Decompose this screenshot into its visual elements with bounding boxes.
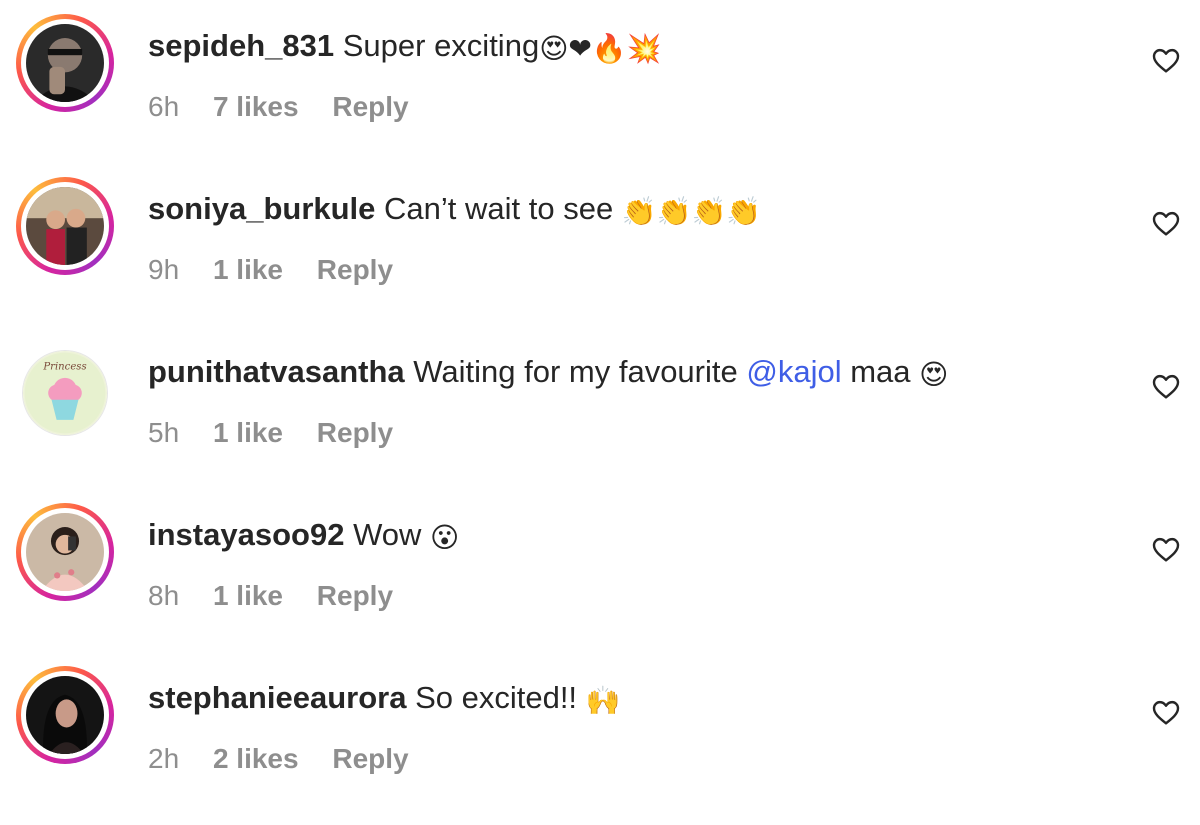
avatar[interactable] [16, 666, 114, 764]
username-link[interactable]: soniya_burkule [148, 191, 375, 226]
comment-time[interactable]: 8h [148, 580, 179, 611]
like-count[interactable]: 1 like [213, 580, 283, 611]
comment-emoji: 😍 [919, 359, 949, 390]
like-count[interactable]: 1 like [213, 417, 283, 448]
avatar[interactable] [16, 14, 114, 112]
comment-item: instayasoo92 Wow 😮 8h 1 like Reply [0, 489, 1200, 652]
reply-button[interactable]: Reply [317, 580, 393, 611]
comment-text: stephanieeaurora So excited!! 🙌 [148, 678, 621, 721]
avatar-princess-text: Princess [42, 361, 86, 372]
like-count[interactable]: 1 like [213, 254, 283, 285]
reply-button[interactable]: Reply [332, 91, 408, 122]
comment-body-after: maa [850, 354, 911, 389]
comment-meta: 9h 1 like Reply [148, 253, 419, 287]
reply-button[interactable]: Reply [317, 254, 393, 285]
avatar[interactable]: Princess [22, 350, 108, 436]
heart-outline-icon[interactable] [1150, 696, 1182, 728]
comment-emoji: 🙌 [585, 685, 621, 716]
comment-text: punithatvasantha Waiting for my favourit… [148, 352, 948, 395]
comment-text: sepideh_831 Super exciting😍❤🔥💥 [148, 26, 662, 69]
heart-outline-icon[interactable] [1150, 533, 1182, 565]
avatar[interactable] [16, 177, 114, 275]
comment-time[interactable]: 2h [148, 743, 179, 774]
comment-text: instayasoo92 Wow 😮 [148, 515, 459, 558]
reply-button[interactable]: Reply [317, 417, 393, 448]
username-link[interactable]: sepideh_831 [148, 28, 334, 63]
comment-emoji: 😍❤🔥💥 [539, 33, 662, 64]
heart-outline-icon[interactable] [1150, 207, 1182, 239]
like-count[interactable]: 2 likes [213, 743, 299, 774]
heart-outline-icon[interactable] [1150, 44, 1182, 76]
heart-outline-icon[interactable] [1150, 370, 1182, 402]
comment-text: soniya_burkule Can’t wait to see 👏👏👏👏 [148, 189, 761, 232]
comment-emoji: 😮 [430, 522, 460, 553]
comment-body: Can’t wait to see [384, 191, 614, 226]
username-link[interactable]: stephanieeaurora [148, 680, 406, 715]
username-link[interactable]: punithatvasantha [148, 354, 405, 389]
like-count[interactable]: 7 likes [213, 91, 299, 122]
comment-item: Princess punithatvasantha Waiting for my… [0, 326, 1200, 489]
comment-body: Wow [353, 517, 422, 552]
comment-meta: 8h 1 like Reply [148, 579, 419, 613]
comment-meta: 6h 7 likes Reply [148, 90, 435, 124]
comment-emoji: 👏👏👏👏 [621, 196, 762, 227]
comment-time[interactable]: 5h [148, 417, 179, 448]
comment-time[interactable]: 6h [148, 91, 179, 122]
comment-body: Super exciting [342, 28, 540, 63]
mention-link[interactable]: @kajol [746, 354, 841, 389]
username-link[interactable]: instayasoo92 [148, 517, 344, 552]
comment-time[interactable]: 9h [148, 254, 179, 285]
comment-body: Waiting for my favourite [413, 354, 738, 389]
comment-meta: 2h 2 likes Reply [148, 742, 435, 776]
story-ring [16, 14, 114, 112]
reply-button[interactable]: Reply [332, 743, 408, 774]
story-ring [16, 503, 114, 601]
story-ring [16, 666, 114, 764]
comment-body: So excited!! [415, 680, 578, 715]
comment-item: stephanieeaurora So excited!! 🙌 2h 2 lik… [0, 652, 1200, 815]
comment-item: sepideh_831 Super exciting😍❤🔥💥 6h 7 like… [0, 0, 1200, 163]
story-ring [16, 177, 114, 275]
avatar[interactable] [16, 503, 114, 601]
comment-item: soniya_burkule Can’t wait to see 👏👏👏👏 9h… [0, 163, 1200, 326]
comment-meta: 5h 1 like Reply [148, 416, 419, 450]
